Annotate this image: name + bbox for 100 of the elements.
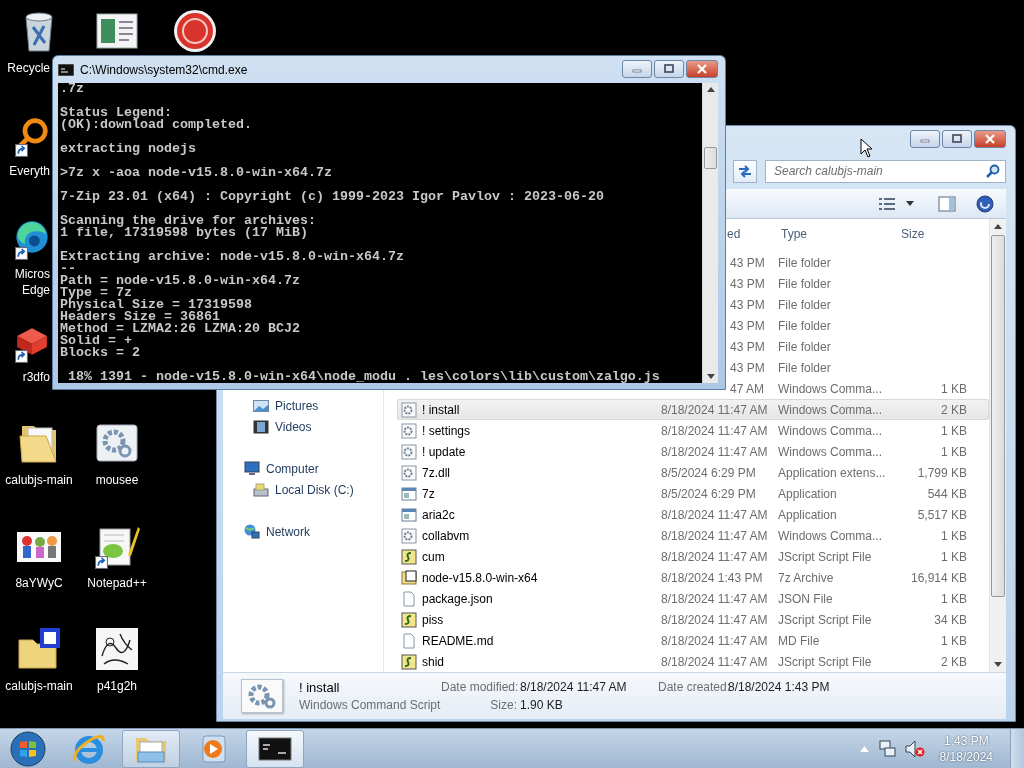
file-row[interactable]: 7z 8/5/2024 6:29 PM Application 544 KB: [397, 483, 989, 504]
speaker-muted-icon[interactable]: [904, 739, 925, 758]
size-cell-text: 2 KB: [940, 654, 968, 669]
date-cell-text: 8/18/2024 11:47 AM: [661, 633, 769, 648]
type-cell-text: File folder: [778, 318, 832, 333]
file-name: collabvm: [422, 528, 470, 543]
scroll-up-icon[interactable]: [994, 223, 1002, 229]
console-line: Blocks = 2: [60, 347, 141, 359]
swirl-browser-icon[interactable]: [14, 219, 50, 255]
file-row[interactable]: 43 PM File folder: [727, 273, 989, 294]
selected-file-name: ! install: [299, 680, 341, 695]
scroll-thumb[interactable]: [991, 235, 1005, 597]
scroll-up-icon[interactable]: [706, 86, 715, 92]
file-row[interactable]: cum 8/18/2024 11:47 AM JScript Script File 1 KB: [397, 546, 989, 567]
network-icon[interactable]: [877, 739, 896, 758]
scrollbar[interactable]: [702, 83, 718, 383]
gear-file-icon: [401, 527, 417, 544]
view-options-icon[interactable]: [878, 196, 896, 211]
browser-e-icon: [72, 732, 106, 765]
caret-icon[interactable]: [906, 200, 914, 207]
console-line: Status Legend:: [60, 107, 172, 119]
file-row[interactable]: 43 PM File folder: [727, 357, 989, 378]
size-cell-text: 5,517 KB: [916, 507, 968, 522]
nav-item[interactable]: Network: [266, 524, 310, 539]
size-cell-text: 1 KB: [940, 633, 968, 648]
zip-folder-icon[interactable]: [16, 626, 62, 672]
desktop-icon-label: p41g2h: [96, 678, 137, 694]
nav-item[interactable]: Videos: [275, 419, 312, 434]
detail-label: Size:: [489, 698, 517, 712]
refresh-button[interactable]: [733, 159, 757, 183]
file-row[interactable]: node-v15.8.0-win-x64 8/18/2024 1:43 PM 7z Archive 16,914 KB: [397, 567, 989, 588]
date-cell-text: 8/5/2024 6:29 PM: [661, 486, 757, 501]
size-cell-text: 16,914 KB: [909, 570, 968, 585]
type-cell-text: File folder: [778, 276, 832, 291]
file-row[interactable]: 43 PM File folder: [727, 294, 989, 315]
taskbar-button[interactable]: [246, 729, 304, 768]
shortcut-arrow-icon: [95, 556, 108, 569]
scrollbar[interactable]: [989, 219, 1006, 672]
gear-file-icon: [401, 443, 417, 460]
file-row[interactable]: 43 PM File folder: [727, 315, 989, 336]
help-icon[interactable]: [976, 194, 994, 213]
file-row[interactable]: package.json 8/18/2024 11:47 AM JSON File 1 KB: [397, 588, 989, 609]
column-header[interactable]: ed: [727, 227, 741, 241]
column-header[interactable]: Type: [781, 227, 807, 241]
type-cell-text: JScript Script File: [778, 549, 873, 564]
file-row[interactable]: shid 8/18/2024 11:47 AM JScript Script File 2 KB: [397, 651, 989, 672]
console-line: Type = 7z: [60, 287, 132, 299]
script-file-icon: [401, 611, 417, 628]
file-row[interactable]: collabvm 8/18/2024 11:47 AM Windows Comma... 1 KB: [397, 525, 989, 546]
gear-file-icon: [401, 422, 417, 439]
scroll-down-icon[interactable]: [706, 374, 715, 380]
size-cell-text: 1 KB: [940, 444, 968, 459]
console-line: >7z x -aoa node-v15.8.0-win-x64.7z: [60, 167, 333, 179]
console-line: Physical Size = 17319598: [60, 299, 253, 311]
search-field[interactable]: Search calubjs-main: [765, 159, 1006, 183]
search-icon[interactable]: [986, 163, 1000, 178]
file-row[interactable]: 43 PM File folder: [727, 336, 989, 357]
file-row[interactable]: piss 8/18/2024 11:47 AM JScript Script File 34 KB: [397, 609, 989, 630]
scroll-thumb[interactable]: [704, 147, 717, 169]
minimize-button[interactable]: [910, 130, 940, 148]
file-row[interactable]: ! settings 8/18/2024 11:47 AM Windows Comma... 1 KB: [397, 420, 989, 441]
disc-logo-icon[interactable]: [172, 8, 218, 54]
type-cell-text: File folder: [778, 339, 832, 354]
file-row[interactable]: 7z.dll 8/5/2024 6:29 PM Application extens... 1,799 KB: [397, 462, 989, 483]
file-row[interactable]: 47 AM Windows Comma... 1 KB: [727, 378, 989, 399]
minimize-button[interactable]: [622, 60, 652, 78]
file-name: shid: [422, 654, 444, 669]
maximize-button[interactable]: [654, 60, 684, 78]
mouse-pointer-icon: [860, 138, 873, 158]
type-cell-text: JScript Script File: [778, 654, 873, 669]
file-name: piss: [422, 612, 444, 627]
file-row[interactable]: ! update 8/18/2024 11:47 AM Windows Comma... 1 KB: [397, 441, 989, 462]
nav-item[interactable]: Computer: [266, 461, 319, 476]
date-cell-text: 8/18/2024 11:47 AM: [661, 402, 769, 417]
type-cell-text: Application: [778, 507, 838, 522]
close-button[interactable]: [974, 130, 1006, 148]
gear-file-icon: [401, 401, 417, 418]
maximize-icon: [663, 64, 675, 74]
size-cell-text: 2 KB: [940, 402, 968, 417]
file-row[interactable]: 43 PM File folder: [727, 252, 989, 273]
maximize-button[interactable]: [942, 130, 972, 148]
film-strip-icon: [253, 419, 269, 434]
file-row[interactable]: aria2c 8/18/2024 11:47 AM Application 5,517 KB: [397, 504, 989, 525]
detail-value: 8/18/2024 1:43 PM: [728, 680, 830, 694]
console-icon: [58, 63, 74, 76]
gear-file-icon: [401, 464, 417, 481]
sketch-image-icon[interactable]: [94, 626, 140, 672]
computer-icon: [244, 461, 260, 476]
desktop-icon-label: r3dfo: [22, 369, 50, 385]
date-cell-text: 8/18/2024 11:47 AM: [661, 654, 769, 669]
close-button[interactable]: [686, 60, 718, 78]
nav-item[interactable]: Pictures: [275, 398, 319, 413]
file-row[interactable]: README.md 8/18/2024 11:47 AM MD File 1 KB: [397, 630, 989, 651]
file-row[interactable]: ! install 8/18/2024 11:47 AM Windows Comma... 2 KB: [397, 399, 989, 420]
nav-item[interactable]: Local Disk (C:): [275, 482, 354, 497]
close-icon: [696, 64, 708, 74]
scroll-down-icon[interactable]: [994, 662, 1002, 668]
column-header[interactable]: Size: [901, 227, 925, 241]
start-orb-icon: [10, 730, 46, 767]
date-cell-text: 8/18/2024 11:47 AM: [661, 591, 769, 606]
